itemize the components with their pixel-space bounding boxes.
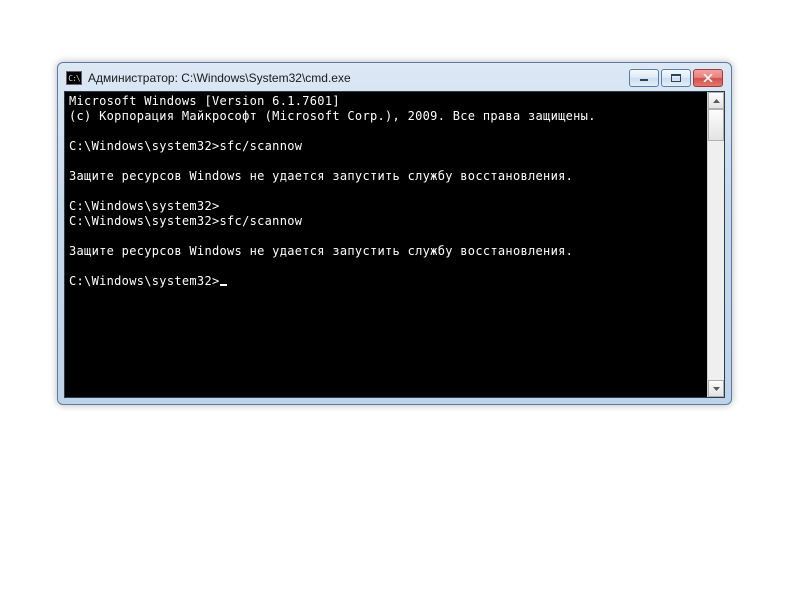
scroll-down-button[interactable] xyxy=(708,380,724,397)
close-button[interactable] xyxy=(693,69,723,87)
cmd-window: C:\ Администратор: C:\Windows\System32\c… xyxy=(57,62,732,405)
cmd-icon: C:\ xyxy=(66,71,82,85)
cursor xyxy=(220,284,227,286)
maximize-button[interactable] xyxy=(661,69,691,87)
client-area: Microsoft Windows [Version 6.1.7601] (c)… xyxy=(64,91,725,398)
scroll-up-button[interactable] xyxy=(708,92,724,109)
window-title: Администратор: C:\Windows\System32\cmd.e… xyxy=(88,71,629,85)
minimize-button[interactable] xyxy=(629,69,659,87)
console-output[interactable]: Microsoft Windows [Version 6.1.7601] (c)… xyxy=(65,92,707,397)
titlebar[interactable]: C:\ Администратор: C:\Windows\System32\c… xyxy=(64,69,725,91)
scrollbar-thumb[interactable] xyxy=(708,109,724,141)
scrollbar-vertical[interactable] xyxy=(707,92,724,397)
window-controls xyxy=(629,69,723,87)
scrollbar-track[interactable] xyxy=(708,109,724,380)
